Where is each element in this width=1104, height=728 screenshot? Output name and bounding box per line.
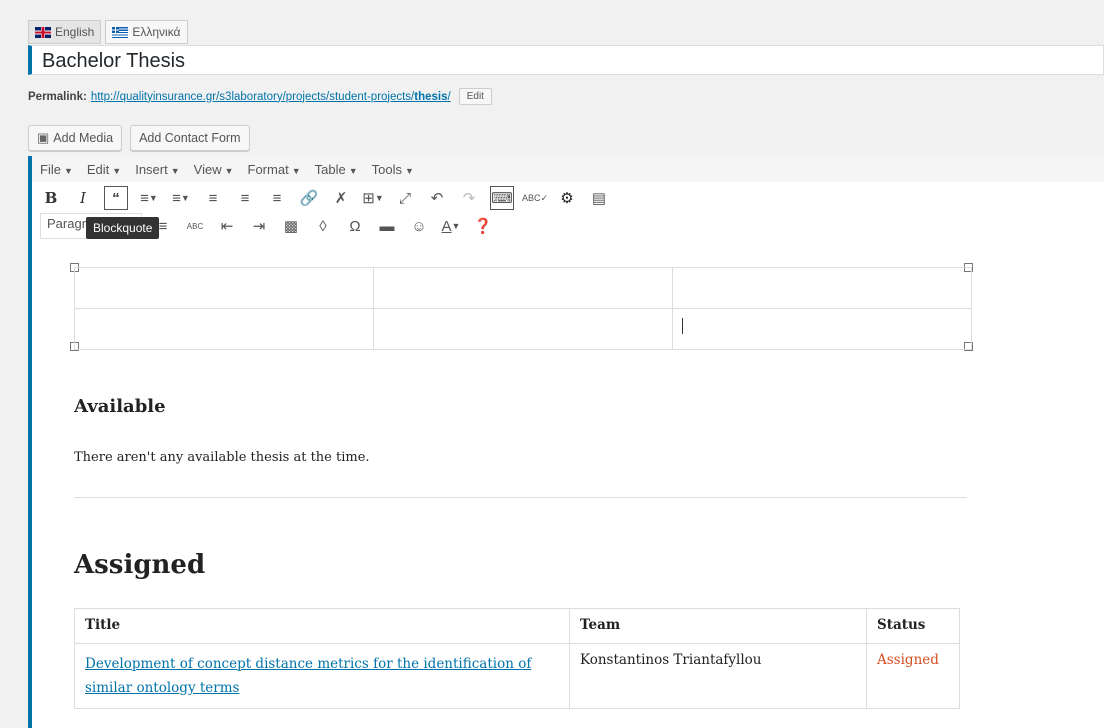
editor: File ▼ Edit ▼ Insert ▼ View ▼ Format ▼ Table ▼… [28,156,1104,728]
italic-icon[interactable]: I [72,187,94,209]
spy-icon[interactable]: ⚙ [556,187,578,209]
thesis-title-cell: Development of concept distance metrics … [74,643,570,709]
assigned-heading: Assigned [74,550,206,580]
uk-flag-icon [35,26,51,38]
column-header-title: Title [74,608,570,644]
menu-table[interactable]: Table ▼ [315,162,358,177]
language-english-button[interactable]: English [28,20,102,44]
menu-edit[interactable]: Edit ▼ [87,162,121,177]
menu-file[interactable]: File ▼ [40,162,73,177]
read-more-icon[interactable]: ▬ [376,215,398,237]
editor-menubar: File ▼ Edit ▼ Insert ▼ View ▼ Format ▼ Table ▼… [32,156,1104,182]
indent-icon[interactable]: ⇥ [248,215,270,237]
numbered-list-icon[interactable]: ≡ ▼ [170,187,192,209]
media-buttons: ▣ Add Media Add Contact Form [28,125,250,151]
menu-tools[interactable]: Tools ▼ [372,162,414,177]
language-label: Ελληνικά [132,25,181,39]
thesis-team-cell: Konstantinos Triantafyllou [569,643,867,709]
thesis-status-cell: Assigned [866,643,960,709]
toolbar-row-1: B I “ ≡ ▼ ≡ ▼ ≡ ≡ ≡ 🔗 ✗ ⊞ ▼ ⤢ ↶ ↷ ⌨ ABC✓ ⚙ … [40,186,610,210]
editor-content[interactable]: Available There aren't any available the… [32,250,1104,728]
link-icon[interactable]: 🔗 [298,187,320,209]
align-left-icon[interactable]: ≡ [202,187,224,209]
table-icon[interactable]: ⊞ ▼ [362,187,384,209]
blockquote-icon[interactable]: “ [104,186,128,210]
add-media-button[interactable]: ▣ Add Media [28,125,123,151]
spellcheck-icon[interactable]: ABC✓ [522,187,548,209]
empty-table[interactable] [74,267,972,350]
add-contact-form-button[interactable]: Add Contact Form [130,125,250,151]
language-label: English [55,25,95,39]
add-contact-form-label: Add Contact Form [139,131,241,145]
language-switcher: English Ελληνικά [28,20,188,44]
paste-text-icon[interactable]: ▩ [280,215,302,237]
menu-format[interactable]: Format ▼ [248,162,301,177]
permalink-label: Permalink: [28,90,87,103]
emoticons-icon[interactable]: ☺ [408,215,430,237]
text-color-icon[interactable]: A ▼ [440,215,462,237]
special-character-icon[interactable]: Ω [344,215,366,237]
post-title-input[interactable]: Bachelor Thesis [28,45,1104,75]
table-cell[interactable] [74,308,374,350]
edit-permalink-button[interactable]: Edit [458,88,492,105]
blockquote-tooltip: Blockquote [86,217,160,239]
available-note: There aren't any available thesis at the… [74,450,370,465]
redo-icon[interactable]: ↷ [458,187,480,209]
align-center-icon[interactable]: ≡ [234,187,256,209]
table-cell[interactable] [373,308,673,350]
media-icon: ▣ [37,130,50,145]
menu-view[interactable]: View ▼ [194,162,234,177]
strikethrough-icon[interactable]: ABC [184,215,206,237]
available-heading: Available [74,396,166,417]
divider [74,497,967,498]
clipboard-icon[interactable]: ▤ [588,187,610,209]
table-cell[interactable] [74,267,374,309]
table-cell[interactable] [672,267,972,309]
table-cell[interactable] [672,308,972,350]
thesis-title-link[interactable]: Development of concept distance metrics … [85,656,531,696]
greek-flag-icon [112,26,129,38]
add-media-label: Add Media [53,131,114,145]
permalink-link[interactable]: http://qualityinsurance.gr/s3laboratory/… [91,91,451,103]
column-header-team: Team [569,608,867,644]
bullet-list-icon[interactable]: ≡ ▼ [138,187,160,209]
column-header-status: Status [866,608,960,644]
table-header-row: Title Team Status [74,608,960,644]
menu-insert[interactable]: Insert ▼ [135,162,179,177]
language-greek-button[interactable]: Ελληνικά [105,20,188,44]
text-cursor [682,318,683,334]
align-right-icon[interactable]: ≡ [266,187,288,209]
clear-formatting-icon[interactable]: ◊ [312,215,334,237]
table-cell[interactable] [373,267,673,309]
assigned-thesis-table: Title Team Status Development of concept… [74,608,960,709]
unlink-icon[interactable]: ✗ [330,187,352,209]
toolbar-toggle-icon[interactable]: ⌨ [490,186,514,210]
undo-icon[interactable]: ↶ [426,187,448,209]
outdent-icon[interactable]: ⇤ [216,215,238,237]
help-icon[interactable]: ❓ [472,215,494,237]
permalink-row: Permalink: http://qualityinsurance.gr/s3… [28,88,492,105]
fullscreen-icon[interactable]: ⤢ [394,187,416,209]
table-row: Development of concept distance metrics … [74,643,960,709]
bold-icon[interactable]: B [40,187,62,209]
